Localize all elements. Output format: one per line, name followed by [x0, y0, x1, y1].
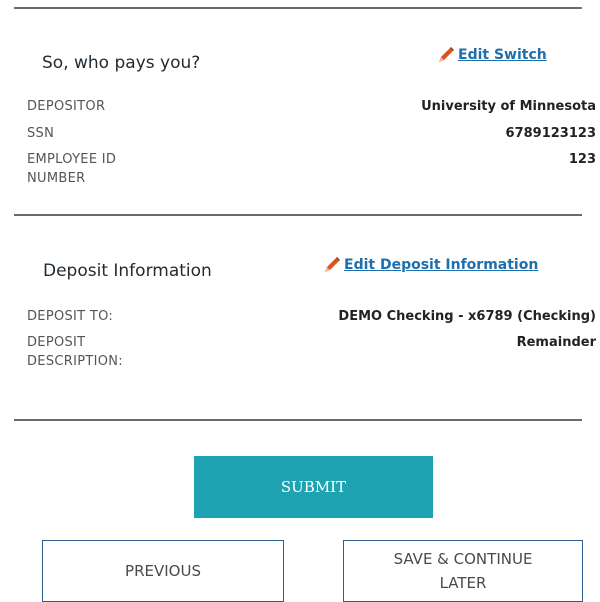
ssn-label: SSN: [27, 126, 55, 141]
deposit-description-value: Remainder: [516, 335, 596, 350]
pencil-icon: [437, 47, 455, 63]
ssn-value: 6789123123: [505, 126, 596, 141]
previous-button[interactable]: PREVIOUS: [42, 540, 284, 602]
edit-deposit-link[interactable]: Edit Deposit Information: [323, 257, 538, 273]
edit-switch-label: Edit Switch: [458, 47, 547, 63]
depositor-label: DEPOSITOR: [27, 99, 106, 114]
employee-id-label: EMPLOYEE ID NUMBER: [27, 152, 117, 186]
submit-button[interactable]: SUBMIT: [194, 456, 433, 518]
edit-deposit-label: Edit Deposit Information: [344, 257, 539, 273]
employer-section-title: So, who pays you?: [42, 53, 201, 73]
employee-id-value: 123: [568, 152, 596, 167]
deposit-to-value: DEMO Checking - x6789 (Checking): [338, 309, 596, 324]
pencil-icon: [323, 257, 341, 273]
deposit-to-label: DEPOSIT TO:: [27, 309, 114, 324]
divider-top: [14, 7, 582, 9]
deposit-description-label: DEPOSIT DESCRIPTION:: [27, 335, 123, 369]
depositor-value: University of Minnesota: [421, 99, 596, 114]
divider-bottom: [14, 419, 582, 421]
deposit-section-title: Deposit Information: [43, 261, 212, 281]
divider-middle: [14, 214, 582, 216]
save-continue-later-button[interactable]: SAVE & CONTINUE LATER: [343, 540, 583, 602]
edit-switch-link[interactable]: Edit Switch: [437, 47, 547, 63]
